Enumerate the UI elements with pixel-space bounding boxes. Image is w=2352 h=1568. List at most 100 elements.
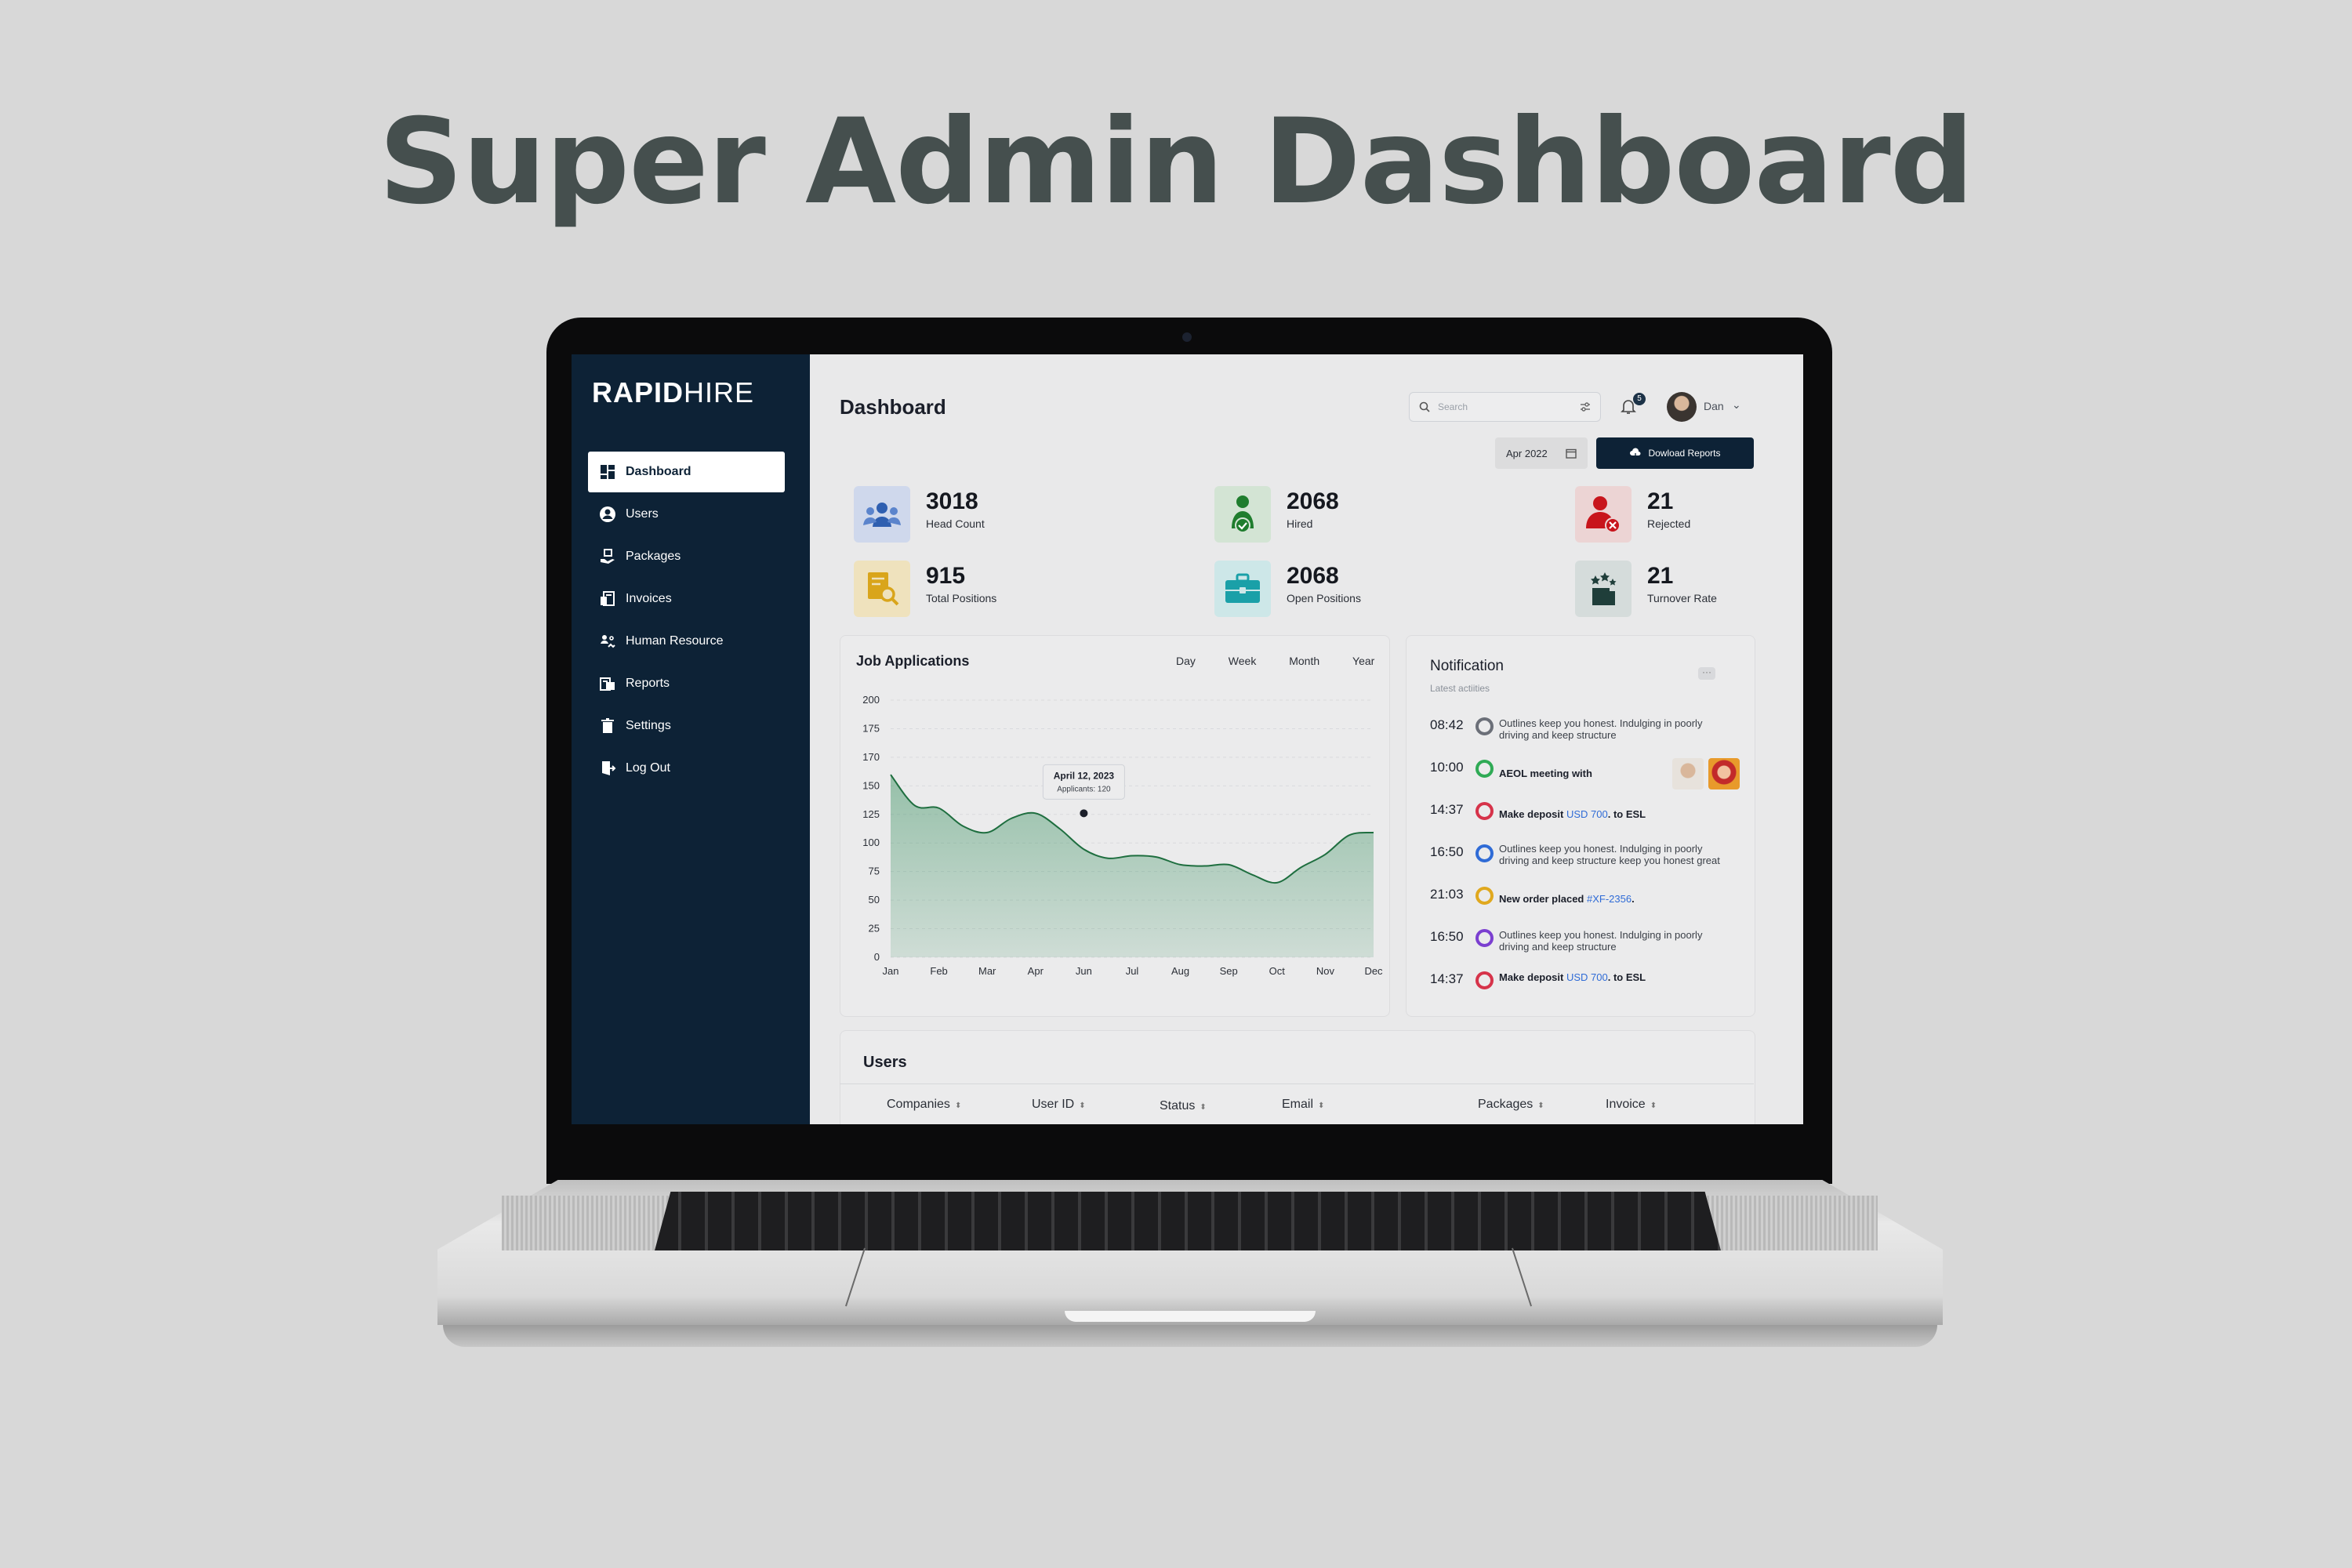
- sidebar-item-label: Invoices: [626, 592, 672, 605]
- user-circle-icon: [599, 506, 616, 523]
- column-header-user-id[interactable]: User ID ⬍: [1032, 1098, 1086, 1112]
- main-content: Dashboard Search 5 Dan ⌄ Apr 2022 Dowloa…: [810, 354, 1803, 1124]
- x-tick-label: Jul: [1126, 965, 1139, 977]
- sidebar-item-dashboard[interactable]: Dashboard: [588, 452, 785, 492]
- sidebar-item-label: Log Out: [626, 761, 670, 775]
- chart-tooltip-point[interactable]: [1080, 809, 1088, 818]
- download-reports-label: Dowload Reports: [1648, 448, 1721, 459]
- trash-settings-icon: [599, 717, 616, 735]
- human-resource-icon: [599, 633, 616, 650]
- sidebar-item-reports[interactable]: Reports: [588, 663, 785, 704]
- x-tick-label: Dec: [1364, 965, 1383, 977]
- notification-card: Notification Latest actiities ··· 08:42 …: [1406, 635, 1755, 1017]
- sidebar-item-human-resource[interactable]: Human Resource: [588, 621, 785, 662]
- stat-label: Total Positions: [926, 592, 997, 604]
- column-header-status[interactable]: Status ⬍: [1160, 1099, 1207, 1113]
- notification-subtitle: Latest actiities: [1430, 683, 1490, 694]
- notification-time: 21:03: [1430, 887, 1464, 902]
- job-applications-card: Job Applications Day Week Month Year 0 25…: [840, 635, 1390, 1017]
- stat-label: Rejected: [1647, 517, 1691, 530]
- user-check-icon: [1214, 486, 1271, 543]
- dashboard-grid-icon: [599, 463, 616, 481]
- stat-head-count: 3018 Head Count: [854, 486, 985, 543]
- stat-value: 915: [926, 563, 966, 589]
- chevron-down-icon[interactable]: ⌄: [1732, 398, 1741, 412]
- notification-time: 16:50: [1430, 844, 1464, 859]
- sidebar-item-users[interactable]: Users: [588, 494, 785, 535]
- stat-label: Head Count: [926, 517, 985, 530]
- y-tick-label: 175: [862, 722, 880, 734]
- column-header-email[interactable]: Email ⬍: [1282, 1098, 1324, 1112]
- tab-year[interactable]: Year: [1352, 655, 1374, 667]
- column-header-companies[interactable]: Companies ⬍: [887, 1098, 961, 1112]
- page-headline: Super Admin Dashboard: [378, 94, 1974, 230]
- app-logo[interactable]: RAPIDHIRE: [592, 376, 754, 409]
- y-tick-label: 150: [862, 779, 880, 791]
- stat-value: 21: [1647, 488, 1674, 514]
- sort-icon: ⬍: [954, 1102, 962, 1110]
- search-icon: [1419, 401, 1430, 412]
- notification-text: Outlines keep you honest. Indulging in p…: [1499, 843, 1720, 866]
- sidebar-item-settings[interactable]: Settings: [588, 706, 785, 746]
- sidebar-item-label: Reports: [626, 677, 670, 690]
- sidebar-item-invoices[interactable]: Invoices: [588, 579, 785, 619]
- package-hand-icon: [599, 548, 616, 565]
- team-icon: [854, 486, 910, 543]
- briefcase-icon: [1214, 561, 1271, 617]
- download-reports-button[interactable]: Dowload Reports: [1596, 437, 1754, 469]
- status-dot: [1475, 929, 1494, 947]
- chart-tooltip: April 12, 2023 Applicants: 120: [1042, 764, 1125, 800]
- sort-icon: ⬍: [1537, 1102, 1544, 1110]
- tooltip-text: Applicants: 120: [1057, 785, 1111, 793]
- notification-text: Outlines keep you honest. Indulging in p…: [1499, 717, 1703, 741]
- filter-sliders-icon[interactable]: [1580, 401, 1591, 412]
- notification-text: New order placed #XF-2356.: [1499, 893, 1635, 905]
- attendee-avatar[interactable]: [1672, 758, 1704, 789]
- notification-count-badge: 5: [1633, 393, 1646, 405]
- y-tick-label: 75: [869, 866, 880, 877]
- stat-turnover-rate: 21 Turnover Rate: [1575, 561, 1717, 617]
- notification-text: Make deposit USD 700. to ESL: [1499, 808, 1646, 820]
- tab-week[interactable]: Week: [1229, 655, 1257, 667]
- chart-period-tabs: Day Week Month Year: [1146, 655, 1374, 667]
- chart-title: Job Applications: [856, 653, 970, 669]
- y-tick-label: 50: [869, 894, 880, 906]
- x-tick-label: Oct: [1269, 965, 1286, 977]
- chart-area-fill: [891, 775, 1374, 957]
- sort-icon: ⬍: [1318, 1102, 1325, 1110]
- column-header-invoice[interactable]: Invoice ⬍: [1606, 1098, 1657, 1112]
- sort-icon: ⬍: [1079, 1102, 1086, 1110]
- avatar[interactable]: [1667, 392, 1697, 422]
- date-value: Apr 2022: [1506, 447, 1548, 459]
- tab-day[interactable]: Day: [1176, 655, 1196, 667]
- notification-time: 08:42: [1430, 717, 1464, 732]
- speaker-grille-left: [502, 1196, 682, 1250]
- sidebar-item-label: Human Resource: [626, 634, 724, 648]
- search-input[interactable]: Search: [1409, 392, 1601, 422]
- stat-value: 2068: [1287, 563, 1339, 589]
- more-options-icon[interactable]: ···: [1698, 667, 1715, 680]
- tab-month[interactable]: Month: [1289, 655, 1319, 667]
- search-placeholder: Search: [1438, 401, 1468, 412]
- user-name[interactable]: Dan: [1704, 400, 1724, 412]
- column-header-packages[interactable]: Packages ⬍: [1478, 1098, 1544, 1112]
- user-reject-icon: [1575, 486, 1632, 543]
- turnover-icon: [1575, 561, 1632, 617]
- stat-value: 2068: [1287, 488, 1339, 514]
- app-screen: RAPIDHIRE Dashboard Users Packages Invoi…: [572, 354, 1803, 1124]
- reports-icon: [599, 675, 616, 692]
- date-picker[interactable]: Apr 2022: [1495, 437, 1588, 469]
- sidebar-item-label: Dashboard: [626, 465, 691, 478]
- x-tick-label: Sep: [1220, 965, 1238, 977]
- tooltip-date: April 12, 2023: [1054, 770, 1115, 781]
- x-tick-label: Apr: [1028, 965, 1044, 977]
- sidebar-item-log-out[interactable]: Log Out: [588, 748, 785, 789]
- x-tick-label: Feb: [930, 965, 947, 977]
- y-tick-label: 100: [862, 837, 880, 848]
- attendee-avatar[interactable]: [1708, 758, 1740, 789]
- x-tick-label: Jan: [883, 965, 899, 977]
- sidebar-item-packages[interactable]: Packages: [588, 536, 785, 577]
- status-dot: [1475, 760, 1494, 778]
- notification-title: Notification: [1430, 658, 1504, 674]
- status-dot: [1475, 717, 1494, 735]
